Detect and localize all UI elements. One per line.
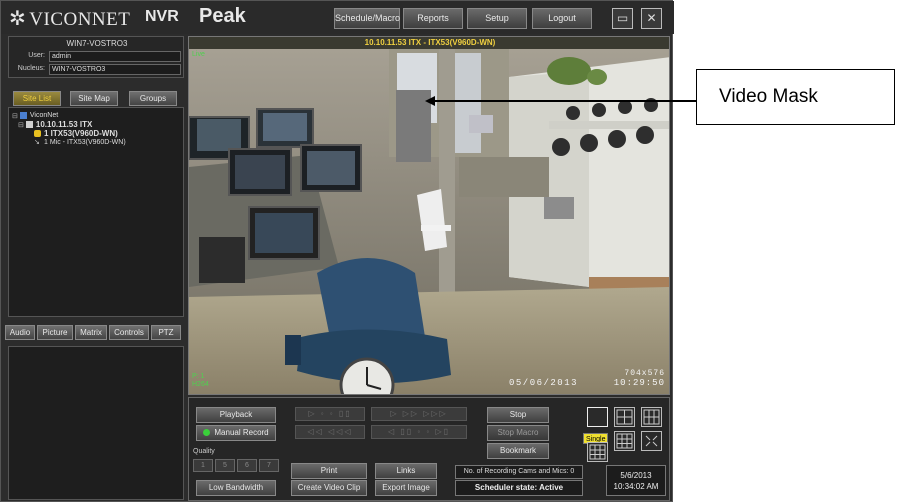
video-mask-callout: Video Mask: [696, 69, 895, 125]
schedule-macro-button[interactable]: Schedule/Macro: [334, 8, 400, 29]
video-title: 10.10.11.53 ITX - ITX53(V960D-WN): [189, 37, 669, 49]
create-video-clip-button[interactable]: Create Video Clip: [291, 480, 367, 496]
osd-time: 10:29:50: [613, 378, 665, 388]
quality-label: Quality: [193, 448, 215, 455]
tab-picture[interactable]: Picture: [37, 325, 73, 340]
record-status-icon: [203, 429, 211, 437]
collapse-icon[interactable]: ⊟: [12, 112, 18, 120]
stream-codec: H264: [192, 381, 209, 388]
tree-camera-label: 1 ITX53(V960D-WN): [44, 129, 118, 138]
reports-button[interactable]: Reports: [403, 8, 463, 29]
minimize-icon[interactable]: ▭: [612, 8, 633, 29]
tree-item-server[interactable]: ⊟ 10.10.11.53 ITX: [12, 120, 180, 129]
playback-controls-row2[interactable]: ◁ ▯▯ ◦ ◦ ▷▯: [371, 425, 467, 439]
logout-button[interactable]: Logout: [532, 8, 592, 29]
clock-display: 5/6/2013 10:34:02 AM: [606, 465, 666, 496]
tree-item-mic[interactable]: ↘ 1 Mic - ITX53(V960D-WN): [12, 138, 180, 147]
tree-mic-label: 1 Mic - ITX53(V960D-WN): [44, 139, 126, 146]
playback-controls-row1[interactable]: ▷ ◦ ◦ ▯▯: [295, 407, 365, 421]
osd-date: 05/06/2013: [509, 378, 579, 388]
tab-content-panel: [8, 346, 184, 500]
recording-count-status: No. of Recording Cams and Mics: 0: [455, 465, 583, 479]
callout-arrowhead: [425, 96, 435, 106]
quality-option-6[interactable]: 6: [237, 459, 257, 472]
stream-preset: P: 1: [192, 373, 205, 380]
tab-matrix[interactable]: Matrix: [75, 325, 107, 340]
microphone-icon: ↘: [34, 139, 40, 146]
session-info: WIN7-VOSTRO3 User: admin Nucleus: WIN7-V…: [8, 36, 184, 78]
scheduler-status: Scheduler state: Active: [455, 480, 583, 496]
layout-2x2-button[interactable]: [614, 407, 635, 427]
user-label: User:: [28, 52, 45, 59]
tab-groups[interactable]: Groups: [129, 91, 177, 106]
tab-controls[interactable]: Controls: [109, 325, 149, 340]
fullscreen-icon[interactable]: [641, 431, 662, 451]
close-icon[interactable]: ✕: [641, 8, 662, 29]
nucleus-field: WIN7-VOSTRO3: [49, 64, 181, 75]
manual-record-button[interactable]: Manual Record: [196, 425, 276, 441]
playback-speed-forward[interactable]: ▷ ▷▷ ▷▷▷: [371, 407, 467, 421]
low-bandwidth-button[interactable]: Low Bandwidth: [196, 480, 276, 496]
tab-audio[interactable]: Audio: [5, 325, 35, 340]
tree-server-label: 10.10.11.53 ITX: [35, 120, 93, 129]
tab-site-map[interactable]: Site Map: [70, 91, 118, 106]
header-bar: ✲ VICONNET NVR Peak Schedule/Macro Report…: [1, 1, 674, 34]
clock-date: 5/6/2013: [620, 471, 652, 480]
stop-macro-button[interactable]: Stop Macro: [487, 425, 549, 441]
control-bar: Playback Manual Record Quality 1 5 6 7 L…: [188, 397, 670, 501]
live-indicator: Live: [192, 51, 205, 58]
clock-time: 10:34:02 AM: [613, 482, 659, 491]
export-image-button[interactable]: Export Image: [375, 480, 437, 496]
quality-option-5[interactable]: 5: [215, 459, 235, 472]
tab-ptz[interactable]: PTZ: [151, 325, 181, 340]
camera-scene-image: [189, 37, 669, 394]
network-icon: [19, 112, 27, 119]
manual-record-label: Manual Record: [214, 428, 269, 437]
product-prefix: NVR: [145, 8, 179, 25]
layout-single-button[interactable]: [587, 407, 608, 427]
camera-icon: [34, 130, 41, 137]
layout-3x3-button[interactable]: [614, 431, 635, 451]
tree-root-label: ViconNet: [29, 112, 59, 119]
tree-item-root[interactable]: ⊟ ViconNet: [12, 111, 180, 120]
osd-resolution: 704x576: [624, 369, 665, 378]
server-icon: [25, 121, 33, 128]
collapse-icon[interactable]: ⊟: [18, 121, 24, 129]
stream-info: P: 1 H264: [192, 373, 209, 389]
viconnet-logo: ✲ VICONNET: [9, 8, 131, 30]
host-name: WIN7-VOSTRO3: [66, 39, 128, 48]
stop-button[interactable]: Stop: [487, 407, 549, 423]
callout-arrow: [430, 100, 696, 102]
playback-button[interactable]: Playback: [196, 407, 276, 423]
product-name: Peak: [199, 5, 246, 27]
setup-button[interactable]: Setup: [467, 8, 527, 29]
left-panel: WIN7-VOSTRO3 User: admin Nucleus: WIN7-V…: [5, 36, 184, 500]
bookmark-button[interactable]: Bookmark: [487, 443, 549, 459]
tree-item-camera[interactable]: 1 ITX53(V960D-WN): [12, 129, 180, 138]
nvr-application-window: ✲ VICONNET NVR Peak Schedule/Macro Report…: [0, 0, 674, 502]
playback-speed-reverse[interactable]: ◁◁ ◁◁◁: [295, 425, 365, 439]
logo-text: VICONNET: [29, 9, 131, 30]
print-button[interactable]: Print: [291, 463, 367, 479]
quality-option-1[interactable]: 1: [193, 459, 213, 472]
links-button[interactable]: Links: [375, 463, 437, 479]
site-tree: ⊟ ViconNet ⊟ 10.10.11.53 ITX 1 ITX53(V96…: [8, 107, 184, 317]
user-field: admin: [49, 51, 181, 62]
quality-option-7[interactable]: 7: [259, 459, 279, 472]
video-viewport[interactable]: 10.10.11.53 ITX - ITX53(V960D-WN) Live P…: [188, 36, 670, 395]
tab-site-list[interactable]: Site List: [13, 91, 61, 106]
nucleus-label: Nucleus:: [17, 65, 45, 72]
layout-3x3-alt-button[interactable]: [587, 442, 608, 462]
layout-1plus5-button[interactable]: [641, 407, 662, 427]
